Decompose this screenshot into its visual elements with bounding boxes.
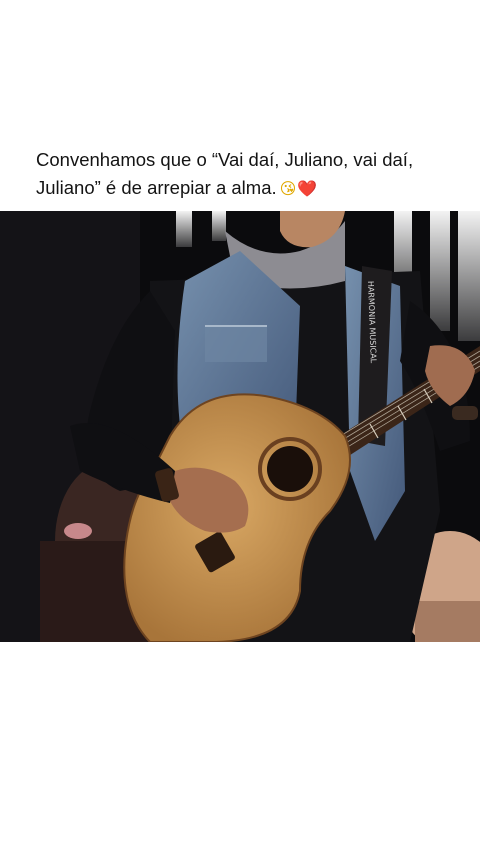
vest-pocket — [205, 326, 267, 362]
stage-light-bar — [176, 211, 192, 247]
post-caption: Convenhamos que o “Vai daí, Juliano, vai… — [36, 146, 456, 203]
caption-line-1: Convenhamos que o “Vai daí, Juliano, vai… — [36, 149, 414, 170]
background-person-ear — [64, 523, 92, 539]
stage-light-bar — [430, 211, 450, 331]
guitar-soundhole — [267, 446, 313, 492]
background-person-right-body — [415, 601, 480, 642]
wink-kiss-emoji-icon: 😘 — [279, 179, 297, 198]
stage-light-bar — [458, 211, 480, 341]
right-wrist-bracelet — [452, 406, 478, 420]
red-heart-emoji-icon: ❤️ — [297, 179, 318, 198]
stage-light-bar — [212, 211, 226, 241]
caption-line-2: Juliano” é de arrepiar a alma. — [36, 177, 277, 198]
post-photo[interactable]: HARMONIA MUSICAL — [0, 211, 480, 642]
guitarist-photo-illustration: HARMONIA MUSICAL — [0, 211, 480, 642]
